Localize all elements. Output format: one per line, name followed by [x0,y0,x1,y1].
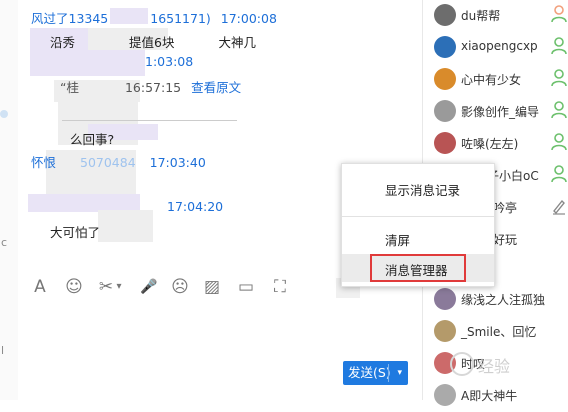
member-item[interactable]: 咗嗓(左左) [423,128,568,160]
avatar [434,100,456,122]
message-input[interactable] [18,306,420,400]
sender-id: 5070484 [80,155,136,170]
msg-sender: 怀恨 5070484 17:03:40 [31,152,206,171]
member-item[interactable]: _Smile、回忆 [423,316,568,348]
font-icon[interactable]: A [30,276,50,298]
user-icon [551,133,567,151]
user-icon [551,69,567,87]
menu-item-show-history[interactable]: 显示消息记录 [342,174,494,202]
watermark: 经验 [478,357,511,376]
msg-time: 17:04:20 [167,199,224,214]
watermark-logo-icon [450,352,474,376]
avatar [434,288,456,310]
send-button[interactable]: 发送(S) ▾ [343,361,408,385]
avatar [434,4,456,26]
gutter-dot-icon [0,110,8,118]
member-name: 影像创作_编导 [461,105,540,119]
member-name: 咗嗓(左左) [461,137,519,151]
menu-separator [342,216,494,217]
member-item[interactable]: 影像创作_编导 [423,96,568,128]
folder-icon[interactable]: ▭ [236,276,256,298]
member-name: 好玩 [493,233,518,247]
highlight-box [370,254,466,282]
sender-id: 1651171) [150,11,211,26]
member-item[interactable]: 心中有少女 [423,64,568,96]
quote-divider [62,120,237,121]
member-name: du帮帮 [461,9,501,23]
quote-line: “桂 16:57:15 查看原文 [60,77,241,96]
sender-name: 怀恨 [31,155,57,170]
avatar [434,320,456,342]
msg-time: 1:03:08 [145,54,194,69]
user-icon [551,5,567,23]
menu-item-message-manager[interactable]: 消息管理器 [342,254,494,282]
member-item[interactable]: xiaopengcxp [423,32,568,64]
msg-text: 提值6块 [129,35,175,50]
member-name: A即大神牛 [461,389,518,403]
member-name: xiaopengcxp [461,39,538,53]
msg-time: 17:03:40 [149,155,206,170]
menu-item-clear-screen[interactable]: 清屏 [342,224,494,252]
quote-mark: “桂 [60,80,79,95]
user-icon [551,101,567,119]
send-divider [388,364,389,382]
chevron-down-icon[interactable]: ▾ [397,361,402,385]
chevron-down-icon[interactable]: ▾ [114,276,124,298]
blur-patch [98,210,153,242]
avatar [434,132,456,154]
msg-body: 沿秀 提值6块 大神几 [50,32,256,51]
member-name: _Smile、回忆 [461,325,537,339]
member-item[interactable]: 缘浅之人注孤独 [423,284,568,316]
msg-body: 大可怕了 [50,225,101,240]
user-icon [551,165,567,183]
avatar [434,68,456,90]
scissors-icon[interactable]: ✂ [96,276,116,298]
menu-item-label: 清屏 [385,233,411,248]
gutter-char: c [1,236,8,249]
member-name: 吟亭 [493,201,518,215]
send-label: 发送(S) [348,365,391,380]
user-icon [551,37,567,55]
msg-text: 沿秀 [50,35,76,50]
member-name: 缘浅之人注孤独 [461,293,546,307]
gift-icon[interactable]: ⛶ [270,276,290,298]
avatar [434,36,456,58]
msg-body: 么回事? [70,132,115,147]
msg-time: 17:00:08 [220,11,277,26]
member-item[interactable]: du帮帮 [423,0,568,32]
mask-icon[interactable]: ☹ [170,276,190,298]
view-original-link[interactable]: 查看原文 [191,80,241,95]
menu-item-label: 显示消息记录 [385,183,461,198]
msg-text: 大神几 [218,35,256,50]
image-icon[interactable]: ▨ [202,276,222,298]
context-menu: 显示消息记录 清屏 消息管理器 [341,163,495,287]
edit-icon[interactable] [551,197,567,215]
sender-name: 风过了13345 [31,11,109,26]
emoji-icon[interactable]: ☺ [64,276,84,298]
left-gutter: c l [0,0,18,400]
gutter-char: l [1,344,5,357]
member-name: 心中有少女 [461,73,522,87]
mic-icon[interactable]: 🎤 [139,276,159,298]
avatar [434,384,456,406]
msg-sender: 风过了13345 1651171) 17:00:08 [31,8,277,27]
quote-time: 16:57:15 [124,80,182,95]
member-item[interactable]: A即大神牛 [423,380,568,412]
